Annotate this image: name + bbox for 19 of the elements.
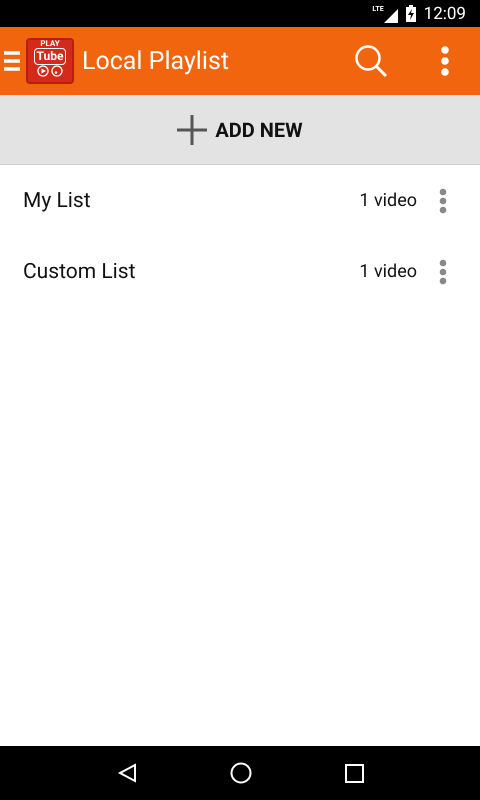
playlist-name[interactable]: My List — [23, 188, 360, 212]
item-menu-button[interactable] — [439, 258, 447, 284]
battery-charging-icon — [406, 5, 416, 22]
overflow-menu-button[interactable] — [440, 45, 450, 77]
item-menu-button[interactable] — [439, 188, 447, 214]
recents-button[interactable] — [344, 764, 364, 782]
video-count: 1 video — [359, 190, 417, 211]
add-new-button[interactable]: ADD NEW — [0, 95, 480, 165]
plus-icon — [177, 114, 208, 144]
menu-button[interactable] — [4, 51, 20, 71]
home-button[interactable] — [230, 762, 252, 784]
playlist-name[interactable]: Custom List — [23, 260, 360, 284]
back-button[interactable] — [116, 763, 136, 783]
screen-title: Local Playlist — [82, 46, 230, 76]
signal-icon — [384, 8, 398, 22]
video-count: 1 video — [359, 261, 417, 282]
search-button[interactable] — [354, 44, 388, 78]
clock: 12:09 — [424, 4, 466, 24]
app-logo: PLAY Tube — [26, 38, 74, 84]
